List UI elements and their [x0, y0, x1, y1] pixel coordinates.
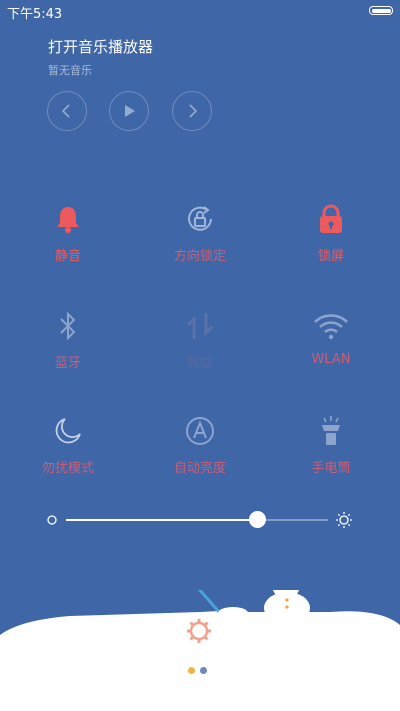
previous-icon: [61, 104, 70, 118]
toggle-bluetooth[interactable]: 蓝牙: [8, 306, 128, 371]
music-title[interactable]: 打开音乐播放器: [48, 36, 153, 57]
brightness-high-icon: [336, 512, 352, 528]
bluetooth-icon: [60, 311, 76, 341]
auto-brightness-icon: [186, 417, 214, 445]
next-icon: [189, 104, 198, 118]
status-bar: 下午5:43: [0, 0, 400, 22]
brightness-low-icon: [47, 515, 57, 525]
toggle-rotation-lock-label: 方向锁定: [173, 249, 226, 264]
wifi-icon: [314, 314, 348, 340]
toggle-lock-screen-label: 锁屏: [317, 249, 344, 264]
brightness-slider-handle[interactable]: [249, 511, 267, 528]
data-arrows-icon: [186, 313, 214, 339]
toggle-rotation-lock[interactable]: 方向锁定: [140, 199, 260, 264]
toggle-wlan-label: WLAN: [311, 352, 351, 367]
bell-icon: [57, 207, 79, 233]
toggle-bluetooth-label: 蓝牙: [54, 356, 81, 371]
toggle-auto-brightness-label: 自动亮度: [173, 461, 226, 476]
toggle-do-not-disturb[interactable]: 勿扰模式: [8, 411, 128, 476]
snow-scene: [0, 590, 400, 711]
flashlight-icon: [322, 416, 340, 445]
moon-icon: [55, 418, 81, 444]
toggle-mute[interactable]: 静音: [8, 199, 128, 264]
toggle-do-not-disturb-label: 勿扰模式: [41, 461, 94, 476]
toggle-lock-screen[interactable]: 锁屏: [271, 199, 391, 264]
page-indicator: [188, 659, 212, 678]
brightness-slider-fill: [66, 519, 258, 521]
toggle-mute-label: 静音: [54, 249, 81, 264]
battery-icon: [369, 6, 393, 15]
status-time: 下午5:43: [7, 7, 63, 22]
padlock-icon: [320, 204, 342, 233]
play-button[interactable]: [109, 91, 149, 131]
toggle-flashlight[interactable]: 手电筒: [271, 411, 391, 476]
music-subtitle: 暂无音乐: [48, 64, 92, 77]
page-dot-active: [188, 667, 195, 674]
play-icon: [125, 105, 135, 117]
page-dot: [200, 667, 207, 674]
toggle-flashlight-label: 手电筒: [311, 461, 351, 476]
previous-button[interactable]: [47, 91, 87, 131]
toggle-wlan[interactable]: WLAN: [271, 306, 391, 367]
toggle-auto-brightness[interactable]: 自动亮度: [140, 411, 260, 476]
rotation-lock-icon: [188, 206, 212, 231]
music-widget[interactable]: 打开音乐播放器 暂无音乐: [48, 36, 153, 78]
toggle-data[interactable]: 数据: [140, 306, 260, 371]
toggle-data-label: 数据: [186, 356, 213, 371]
next-button[interactable]: [172, 91, 212, 131]
